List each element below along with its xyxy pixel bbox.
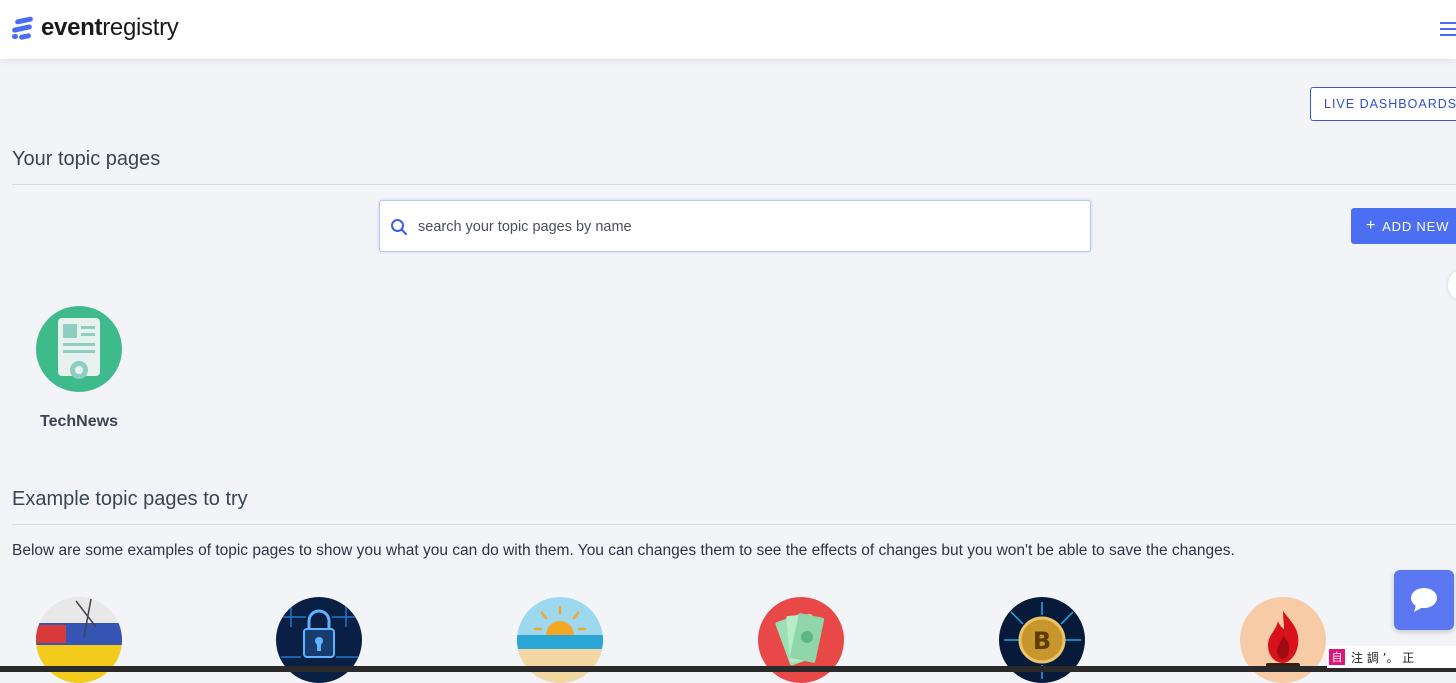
plus-icon: + [1366,217,1377,234]
your-topic-pages-title: Your topic pages [12,148,161,170]
eventregistry-logo[interactable]: eventregistry [11,14,179,42]
topic-card-technews[interactable]: TechNews [36,306,122,430]
section-divider [12,184,1456,185]
search-input[interactable] [416,201,1080,253]
add-new-label: ADD NEW [1382,218,1450,234]
side-widget-button[interactable] [1448,270,1456,300]
document-gear-icon [36,306,122,392]
live-dashboards-button[interactable]: LIVE DASHBOARDS [1310,87,1456,121]
ime-text: 注 調 ’。 正 [1351,650,1415,665]
hamburger-menu-icon[interactable] [1440,20,1456,36]
logo-mark-icon [11,15,35,41]
chat-button[interactable] [1394,570,1454,630]
section-divider [12,524,1456,525]
example-topic-pages-title: Example topic pages to try [12,488,248,510]
top-header: eventregistry [0,0,1456,59]
search-icon [391,219,407,235]
topic-search-box[interactable] [379,200,1091,253]
examples-description: Below are some examples of topic pages t… [12,542,1235,559]
add-new-button[interactable]: + ADD NEW [1351,208,1456,244]
svg-text:B: B [1033,627,1051,655]
ime-mode-badge[interactable]: 自 [1329,649,1345,665]
topic-name[interactable]: TechNews [16,413,142,431]
ime-toolbar[interactable]: 自 注 調 ’。 正 [1327,646,1456,668]
taskbar-strip [0,666,1456,672]
logo-text: eventregistry [41,14,179,41]
chat-bubble-icon [1411,588,1437,612]
